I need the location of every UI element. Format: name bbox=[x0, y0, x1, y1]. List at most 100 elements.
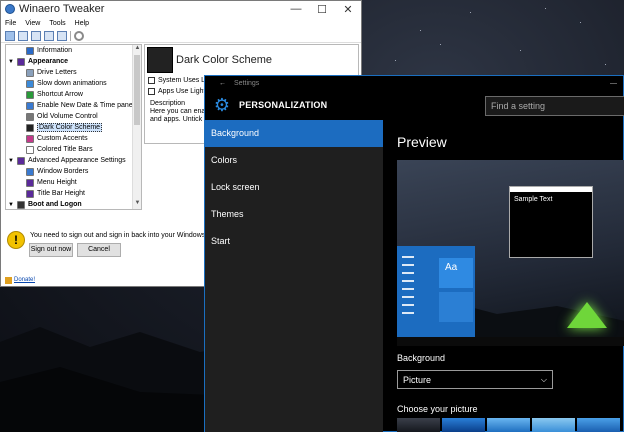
tree-scrollbar[interactable]: ▲ ▼ bbox=[132, 45, 141, 209]
tree-item-label: Appearance bbox=[28, 58, 69, 65]
volume-icon bbox=[26, 112, 34, 121]
back-arrow-icon[interactable]: ← bbox=[219, 80, 226, 87]
background-label: Background bbox=[397, 353, 446, 363]
color-scheme-icon bbox=[26, 123, 34, 132]
glowing-tent bbox=[567, 302, 607, 328]
tree-item[interactable]: Custom Accents bbox=[6, 133, 141, 144]
tree-item[interactable]: ▼ Boot and Logon bbox=[6, 199, 141, 209]
sign-out-button[interactable]: Sign out now bbox=[29, 243, 73, 257]
close-button[interactable]: ✕ bbox=[335, 3, 361, 16]
tree-item-label: Old Volume Control bbox=[37, 113, 98, 120]
tree-item-label: Information bbox=[37, 47, 73, 54]
scroll-down-icon[interactable]: ▼ bbox=[133, 200, 141, 209]
tree-item-label: Title Bar Height bbox=[37, 190, 85, 197]
settings-title-bar: ← Settings — bbox=[205, 76, 623, 90]
tree-item[interactable]: Slow down animations bbox=[6, 78, 141, 89]
nav-item-themes[interactable]: Themes bbox=[205, 201, 383, 228]
chevron-down-icon: ⌵ bbox=[540, 375, 547, 384]
tree-item[interactable]: ▼ Advanced Appearance Settings bbox=[6, 155, 141, 166]
preview-tile-aa: Aa bbox=[439, 258, 473, 288]
nav-item-background[interactable]: Background bbox=[205, 120, 383, 147]
window-border-icon bbox=[26, 167, 34, 176]
tree-item-label: Window Borders bbox=[37, 168, 89, 175]
appearance-icon bbox=[17, 57, 25, 66]
titlebar-icon bbox=[26, 145, 34, 154]
window-title: Winaero Tweaker bbox=[19, 3, 105, 15]
tree-item-label: Custom Accents bbox=[37, 135, 88, 142]
tree-item[interactable]: Colored Title Bars bbox=[6, 144, 141, 155]
tree-item[interactable]: Old Volume Control bbox=[6, 111, 141, 122]
tree-item[interactable]: Menu Height bbox=[6, 177, 141, 188]
category-tree: Information ▼ Appearance Drive Letters Slow … bbox=[5, 44, 142, 210]
tree-item-label: Advanced Appearance Settings bbox=[28, 157, 126, 164]
tree-item[interactable]: ▼ Appearance bbox=[6, 56, 141, 67]
expand-toggle-icon[interactable]: ▼ bbox=[8, 158, 14, 164]
view-icons-icon[interactable] bbox=[5, 30, 15, 41]
menu-help[interactable]: Help bbox=[75, 20, 89, 27]
view-list-icon[interactable] bbox=[18, 30, 28, 41]
app-icon bbox=[5, 4, 15, 14]
expand-toggle-icon[interactable]: ▼ bbox=[8, 59, 14, 65]
cancel-button[interactable]: Cancel bbox=[77, 243, 121, 257]
tree-item-label: Menu Height bbox=[37, 179, 77, 186]
toolbar bbox=[1, 29, 361, 43]
boot-icon bbox=[17, 200, 25, 209]
menu-view[interactable]: View bbox=[25, 20, 40, 27]
gear-icon: ⚙ bbox=[213, 95, 231, 115]
donate-link[interactable]: Donate! bbox=[14, 277, 35, 283]
menu-bar: File View Tools Help bbox=[1, 17, 361, 29]
donate-icon bbox=[5, 276, 12, 284]
warning-icon: ! bbox=[7, 231, 25, 249]
tree-item[interactable]: Enable New Date & Time pane bbox=[6, 100, 141, 111]
expand-toggle-icon[interactable]: ▼ bbox=[8, 202, 14, 208]
checkbox-box[interactable] bbox=[148, 88, 155, 95]
nav-item-lock-screen[interactable]: Lock screen bbox=[205, 174, 383, 201]
title-bar: Winaero Tweaker — ☐ ✕ bbox=[1, 1, 361, 17]
sample-text: Sample Text bbox=[514, 196, 553, 203]
picture-thumb-4[interactable] bbox=[532, 418, 575, 432]
tree-item[interactable]: Dark Color Scheme bbox=[6, 122, 141, 133]
detail-title: Dark Color Scheme bbox=[176, 54, 272, 66]
tree-item[interactable]: Information bbox=[6, 45, 141, 56]
settings-gear-icon[interactable] bbox=[74, 30, 84, 41]
checkbox-box[interactable] bbox=[148, 77, 155, 84]
maximize-button[interactable]: ☐ bbox=[309, 3, 335, 16]
minimize-button[interactable]: — bbox=[610, 80, 617, 87]
background-dropdown[interactable]: Picture ⌵ bbox=[397, 370, 553, 389]
toolbar-divider bbox=[70, 30, 71, 41]
settings-main: Preview Aa Sample Text Background Pictur… bbox=[397, 120, 624, 432]
scroll-up-icon[interactable]: ▲ bbox=[133, 45, 141, 54]
tree-item[interactable]: Drive Letters bbox=[6, 67, 141, 78]
preview-tile bbox=[439, 292, 473, 322]
picture-thumb-1[interactable] bbox=[397, 418, 440, 432]
minimize-button[interactable]: — bbox=[283, 3, 309, 16]
scroll-thumb[interactable] bbox=[134, 55, 140, 125]
tree-item[interactable]: Window Borders bbox=[6, 166, 141, 177]
menu-tools[interactable]: Tools bbox=[49, 20, 65, 27]
titlebar-height-icon bbox=[26, 189, 34, 198]
preview-taskbar bbox=[397, 337, 624, 346]
background-preview: Aa Sample Text bbox=[397, 160, 624, 346]
picture-thumb-2[interactable] bbox=[442, 418, 485, 432]
tree-item[interactable]: Shortcut Arrow bbox=[6, 89, 141, 100]
settings-nav: Background Colors Lock screen Themes Sta… bbox=[205, 120, 383, 432]
settings-window: ← Settings — ⚙ PERSONALIZATION Find a se… bbox=[204, 75, 624, 432]
view-content-icon[interactable] bbox=[57, 30, 67, 41]
menu-file[interactable]: File bbox=[5, 20, 16, 27]
nav-item-colors[interactable]: Colors bbox=[205, 147, 383, 174]
preview-heading: Preview bbox=[397, 134, 447, 150]
view-tiles-icon[interactable] bbox=[44, 30, 54, 41]
tree-item[interactable]: Title Bar Height bbox=[6, 188, 141, 199]
tree-item-label: Slow down animations bbox=[37, 80, 107, 87]
dark-scheme-thumbnail bbox=[147, 47, 173, 73]
clock-icon bbox=[26, 101, 34, 110]
view-details-icon[interactable] bbox=[31, 30, 41, 41]
dropdown-value: Picture bbox=[403, 375, 432, 385]
choose-picture-label: Choose your picture bbox=[397, 404, 478, 414]
picture-thumb-5[interactable] bbox=[577, 418, 620, 432]
tree-item-label: Boot and Logon bbox=[28, 201, 82, 208]
tree-item-label: Drive Letters bbox=[37, 69, 77, 76]
search-input[interactable]: Find a setting bbox=[485, 96, 624, 116]
nav-item-start[interactable]: Start bbox=[205, 228, 383, 255]
picture-thumb-3[interactable] bbox=[487, 418, 530, 432]
